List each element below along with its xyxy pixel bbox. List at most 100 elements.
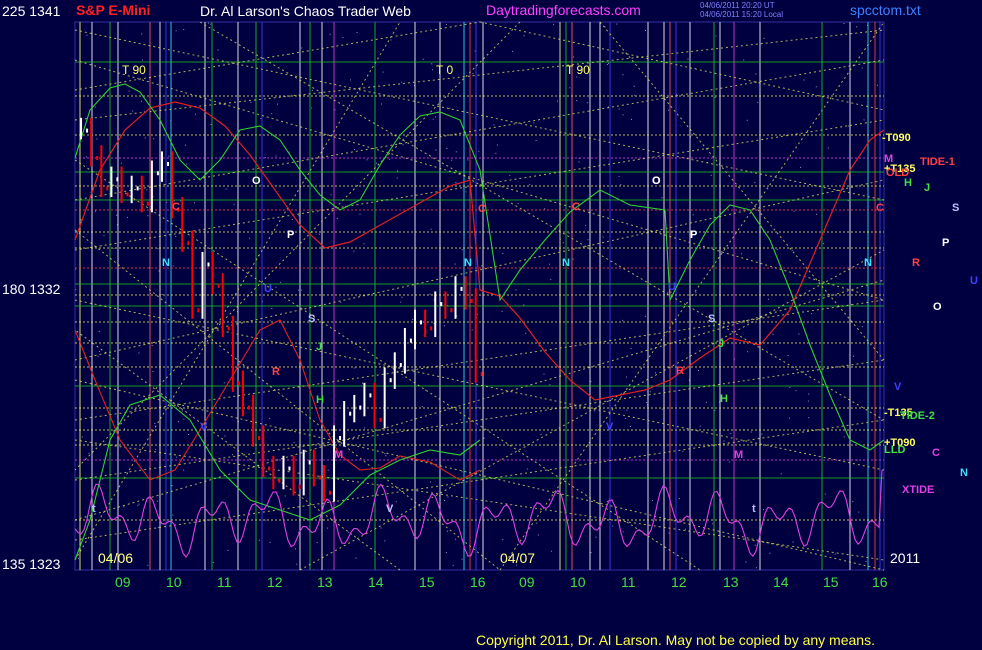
star-dot	[382, 71, 384, 73]
star-dot	[128, 90, 130, 92]
star-dot	[780, 473, 782, 475]
star-dot	[459, 419, 461, 421]
star-dot	[687, 58, 689, 60]
right-level-label: H	[904, 177, 912, 189]
star-dot	[421, 406, 423, 408]
star-dot	[594, 410, 596, 412]
data-filename: spcctom.txt	[850, 2, 921, 18]
right-level-label: XTIDE	[902, 484, 934, 496]
planet-marker: t	[92, 503, 96, 515]
star-dot	[861, 326, 863, 328]
star-dot	[523, 304, 525, 306]
star-dot	[562, 242, 564, 244]
star-dot	[423, 515, 424, 517]
star-dot	[843, 436, 845, 438]
star-dot	[172, 514, 174, 516]
star-dot	[502, 538, 504, 540]
star-dot	[548, 263, 550, 265]
star-dot	[661, 408, 663, 410]
star-dot	[811, 313, 813, 315]
star-dot	[412, 318, 414, 320]
star-dot	[350, 79, 351, 81]
star-dot	[123, 506, 125, 508]
star-dot	[362, 382, 363, 384]
planet-marker: P	[690, 229, 697, 241]
star-dot	[435, 149, 437, 151]
star-dot	[678, 498, 680, 500]
right-level-label: TIDE-1	[920, 156, 955, 168]
star-dot	[312, 89, 313, 91]
star-dot	[834, 553, 836, 555]
star-dot	[661, 197, 663, 199]
star-dot	[512, 50, 514, 52]
star-dot	[86, 34, 88, 36]
star-dot	[194, 202, 195, 204]
star-dot	[787, 355, 789, 356]
star-dot	[225, 188, 227, 190]
star-dot	[113, 247, 115, 249]
star-dot	[472, 73, 474, 74]
star-dot	[655, 372, 656, 374]
star-dot	[793, 210, 795, 212]
star-dot	[329, 33, 331, 35]
star-dot	[711, 523, 713, 525]
right-level-label: N	[960, 467, 968, 479]
x-tick-label: 11	[621, 574, 636, 590]
star-dot	[158, 270, 160, 272]
star-dot	[757, 101, 759, 103]
star-dot	[569, 87, 571, 89]
star-dot	[843, 23, 845, 24]
star-dot	[467, 159, 469, 161]
star-dot	[223, 382, 225, 384]
star-dot	[183, 418, 185, 420]
star-dot	[763, 509, 764, 511]
star-dot	[728, 461, 730, 463]
planet-marker: O	[252, 175, 261, 187]
planet-marker: V	[386, 503, 394, 515]
star-dot	[181, 410, 183, 412]
star-dot	[366, 159, 368, 161]
star-dot	[446, 24, 447, 25]
star-dot	[293, 442, 295, 444]
planet-marker: M	[334, 449, 343, 461]
star-dot	[819, 361, 821, 363]
site-link[interactable]: Daytradingforecasts.com	[486, 2, 641, 18]
star-dot	[271, 113, 273, 115]
star-dot	[743, 59, 745, 61]
star-dot	[730, 433, 732, 435]
star-dot	[147, 215, 149, 217]
star-dot	[620, 184, 622, 186]
star-dot	[233, 203, 235, 205]
star-dot	[147, 564, 149, 566]
star-dot	[553, 23, 555, 25]
star-dot	[808, 417, 810, 419]
star-dot	[622, 74, 624, 76]
star-dot	[715, 35, 717, 37]
right-level-label: O	[933, 301, 942, 313]
star-dot	[788, 417, 790, 419]
star-dot	[78, 558, 79, 560]
x-tick-label: 12	[267, 574, 283, 590]
star-dot	[481, 265, 483, 267]
star-dot	[446, 148, 448, 149]
star-dot	[465, 191, 467, 193]
star-dot	[792, 541, 794, 543]
star-dot	[706, 401, 708, 403]
star-dot	[430, 228, 432, 230]
star-dot	[800, 166, 802, 168]
star-dot	[610, 295, 612, 297]
star-dot	[848, 125, 850, 127]
star-dot	[157, 248, 159, 250]
star-dot	[95, 210, 96, 212]
star-dot	[710, 174, 712, 176]
star-dot	[572, 258, 574, 260]
star-dot	[572, 56, 574, 58]
star-dot	[529, 183, 531, 185]
star-dot	[509, 174, 511, 176]
star-dot	[291, 219, 293, 220]
star-dot	[141, 100, 143, 102]
star-dot	[444, 325, 446, 327]
planet-marker: H	[720, 393, 728, 405]
star-dot	[754, 544, 756, 546]
star-dot	[722, 95, 724, 97]
